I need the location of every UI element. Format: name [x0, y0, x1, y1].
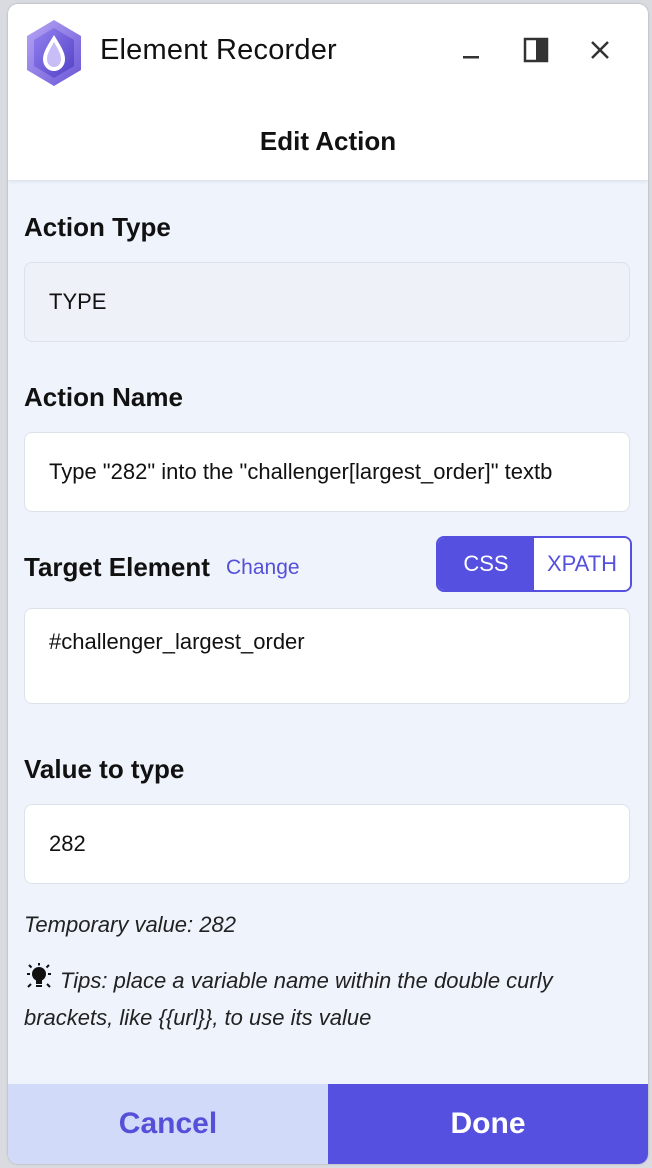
selector-mode-xpath[interactable]: XPATH	[534, 538, 630, 590]
action-type-label: Action Type	[24, 212, 171, 242]
action-type-field: TYPE	[24, 262, 630, 342]
action-name-label: Action Name	[24, 382, 183, 412]
window-header: Element Recorder Edit Action	[8, 4, 648, 180]
minimize-button[interactable]	[452, 30, 492, 70]
element-recorder-window: Element Recorder Edit Action Action Type…	[8, 4, 648, 1164]
change-target-link[interactable]: Change	[226, 556, 300, 580]
panel-title: Edit Action	[259, 126, 397, 156]
dock-panel-icon	[523, 37, 549, 63]
tips-text-block: Tips: place a variable name within the d…	[24, 962, 624, 1036]
close-icon	[591, 41, 609, 59]
target-element-label: Target Element	[24, 552, 210, 582]
cancel-button[interactable]: Cancel	[8, 1084, 328, 1164]
temporary-value-text: Temporary value: 282	[24, 912, 236, 937]
action-name-input[interactable]: Type "282" into the "challenger[largest_…	[24, 432, 630, 512]
lightbulb-icon	[27, 963, 51, 988]
value-to-type-input[interactable]: 282	[24, 804, 630, 884]
droplet-hexagon-logo	[27, 20, 81, 86]
selector-mode-css[interactable]: CSS	[438, 538, 534, 590]
close-button[interactable]	[580, 30, 620, 70]
value-to-type-label: Value to type	[24, 754, 185, 784]
tips-text: Tips: place a variable name within the d…	[24, 968, 553, 1030]
done-button[interactable]: Done	[328, 1084, 648, 1164]
target-selector-input[interactable]: #challenger_largest_order	[24, 608, 630, 704]
dock-panel-button[interactable]	[516, 30, 556, 70]
footer-actions: Cancel Done	[8, 1084, 648, 1164]
selector-mode-toggle: CSS XPATH	[436, 536, 632, 592]
app-title: Element Recorder	[100, 34, 337, 66]
minimize-icon	[463, 56, 479, 59]
